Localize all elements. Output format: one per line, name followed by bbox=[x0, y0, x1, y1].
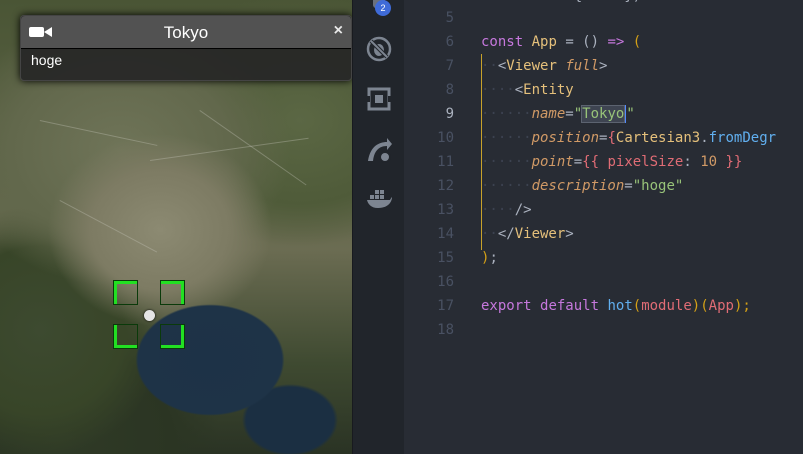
code-text: ······name="Tokyo " bbox=[481, 105, 635, 123]
line-number: 12 bbox=[437, 178, 454, 194]
line-number: 5 bbox=[445, 10, 454, 26]
code-line[interactable]: 8 ····<Entity bbox=[404, 78, 803, 102]
selection-corner bbox=[114, 281, 137, 304]
selected-text: Tokyo bbox=[581, 105, 626, 123]
line-number: 6 bbox=[445, 34, 454, 50]
line-number: 18 bbox=[437, 322, 454, 338]
bug-off-icon[interactable] bbox=[365, 35, 393, 63]
code-editor[interactable]: { ... }) ... 5 6 const App = () => ( 7 ·… bbox=[404, 0, 803, 454]
code-text: ··</Viewer> bbox=[481, 226, 574, 242]
code-text: ··<Viewer full> bbox=[481, 58, 608, 74]
infobox-title: Tokyo bbox=[163, 23, 209, 42]
line-number: 9 bbox=[445, 106, 454, 122]
code-line[interactable]: 13 ····/> bbox=[404, 198, 803, 222]
code-line[interactable]: 15 ); bbox=[404, 246, 803, 270]
code-line[interactable]: 10 ······position={Cartesian3.fromDegr bbox=[404, 126, 803, 150]
line-number: 7 bbox=[445, 58, 454, 74]
code-line-active[interactable]: 9 ······name="Tokyo " bbox=[404, 102, 803, 126]
code-line[interactable]: 16 bbox=[404, 270, 803, 294]
code-line[interactable]: 11 ······point={{ pixelSize: 10 }} bbox=[404, 150, 803, 174]
line-number: 13 bbox=[437, 202, 454, 218]
remote-explorer-icon[interactable] bbox=[365, 136, 393, 164]
line-number: 11 bbox=[437, 154, 454, 170]
infobox-panel: Tokyo × hoge bbox=[20, 15, 352, 81]
code-line[interactable]: 5 bbox=[404, 6, 803, 30]
code-text: ); bbox=[481, 250, 498, 266]
cesium-map-viewer[interactable]: Tokyo × hoge bbox=[0, 0, 352, 454]
map-road bbox=[59, 200, 158, 253]
notification-badge: 2 bbox=[375, 0, 391, 16]
code-text: ······position={Cartesian3.fromDegr bbox=[481, 130, 777, 146]
line-number: 14 bbox=[437, 226, 454, 242]
map-road bbox=[150, 137, 309, 161]
code-line[interactable]: 17 export default hot(module)(App); bbox=[404, 294, 803, 318]
code-text: export default hot(module)(App); bbox=[481, 298, 751, 314]
entity-point-marker[interactable] bbox=[144, 310, 155, 321]
map-road bbox=[39, 120, 158, 146]
selection-corner bbox=[161, 325, 184, 348]
code-line[interactable]: 7 ··<Viewer full> bbox=[404, 54, 803, 78]
code-line[interactable]: 12 ······description="hoge" bbox=[404, 174, 803, 198]
line-number: 10 bbox=[437, 130, 454, 146]
line-number: 8 bbox=[445, 82, 454, 98]
code-line[interactable]: 6 const App = () => ( bbox=[404, 30, 803, 54]
code-text: const App = () => ( bbox=[481, 34, 642, 50]
infobox-title-bar: Tokyo × bbox=[21, 16, 351, 49]
extensions-icon[interactable] bbox=[365, 85, 393, 113]
code-text: ····<Entity bbox=[481, 82, 574, 98]
code-line-partial: { ... }) ... bbox=[481, 0, 675, 4]
close-icon[interactable]: × bbox=[334, 22, 343, 40]
code-text: ······description="hoge" bbox=[481, 178, 684, 194]
selection-corner bbox=[161, 281, 184, 304]
selection-corner bbox=[114, 325, 137, 348]
activity-bar: 2 bbox=[352, 0, 405, 454]
line-number: 16 bbox=[437, 274, 454, 290]
code-line[interactable]: 18 bbox=[404, 318, 803, 342]
code-text: ······point={{ pixelSize: 10 }} bbox=[481, 154, 743, 170]
docker-icon[interactable] bbox=[365, 185, 393, 213]
map-road bbox=[199, 110, 307, 186]
code-text: ····/> bbox=[481, 202, 532, 218]
line-number: 15 bbox=[437, 250, 454, 266]
infobox-description: hoge bbox=[31, 52, 63, 68]
code-line[interactable]: 14 ··</Viewer> bbox=[404, 222, 803, 246]
line-number: 17 bbox=[437, 298, 454, 314]
